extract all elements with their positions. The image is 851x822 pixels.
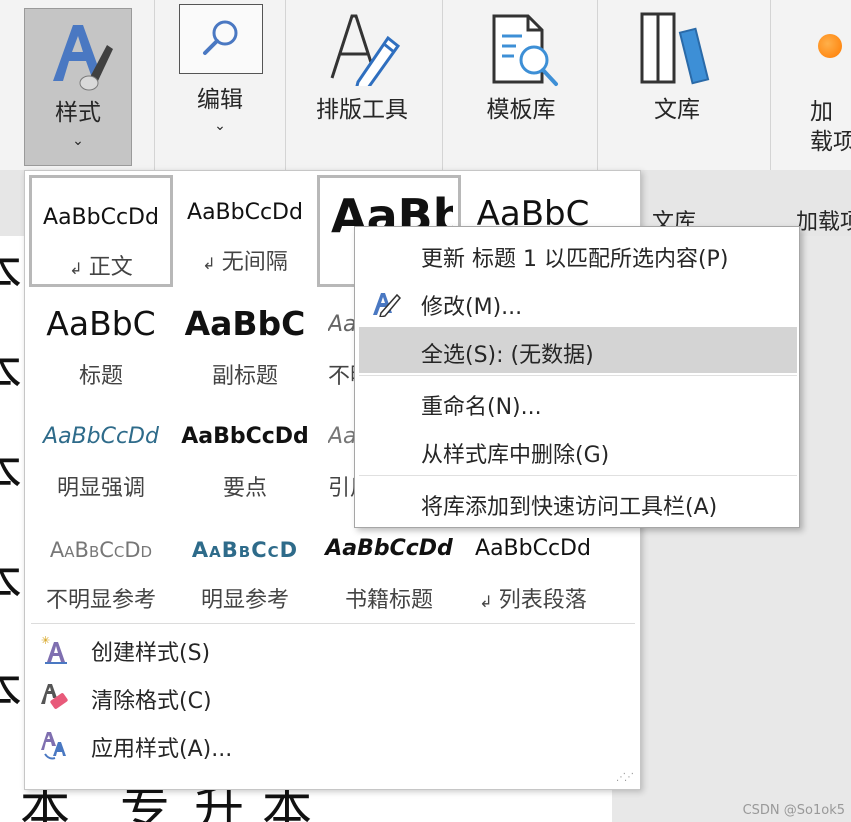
gallery-divider — [31, 623, 635, 624]
menu-item-update-to-match[interactable]: 更新 标题 1 以匹配所选内容(P) — [359, 231, 797, 277]
styles-button-label: 样式 — [55, 100, 101, 126]
ribbon: 样式 ⌄ 编辑 ⌄ 排版工具 模板库 文库 加 载项 — [0, 0, 851, 170]
ribbon-divider — [597, 0, 598, 170]
style-name: 要点 — [222, 476, 267, 501]
ribbon-divider — [154, 0, 155, 170]
clear-formatting-command[interactable]: 清除格式(C) — [35, 675, 625, 719]
style-name: 不明显参考 — [45, 588, 156, 613]
apply-styles-icon — [41, 732, 66, 760]
style-name: 书籍标题 — [344, 588, 433, 613]
style-preview: AaBbCcDd — [475, 536, 591, 561]
menu-item-label: 重命名(N)... — [421, 395, 542, 420]
menu-item-label: 将库添加到快速访问工具栏(A) — [421, 495, 718, 520]
paragraph-mark-icon: ↲ — [479, 592, 493, 611]
create-style-label: 创建样式(S) — [91, 641, 211, 666]
document-char: 本 — [0, 558, 22, 608]
addins-label-line2: 载项 — [810, 129, 851, 155]
clear-formatting-label: 清除格式(C) — [91, 689, 212, 714]
menu-item-label: 从样式库中删除(G) — [421, 443, 610, 468]
style-preview: AaBbCcDd — [325, 536, 453, 561]
books-icon — [640, 12, 710, 85]
modify-style-icon — [373, 293, 401, 317]
menu-divider — [359, 475, 797, 476]
style-tile-no-spacing[interactable]: AaBbCcDd ↲ 无间隔 — [173, 175, 317, 287]
style-name: 副标题 — [211, 364, 278, 389]
template-library-label: 模板库 — [486, 97, 556, 123]
layout-tools-label: 排版工具 — [316, 97, 408, 123]
style-name: 明显参考 — [200, 588, 289, 613]
svg-text:✳: ✳ — [41, 634, 50, 647]
style-preview: AaBbCcDd — [43, 424, 159, 449]
library-button[interactable]: 文库 — [610, 0, 744, 170]
apply-styles-label: 应用样式(A)... — [91, 737, 233, 762]
style-preview: AaBbC — [46, 304, 156, 343]
style-preview: AaBbCcD — [191, 538, 299, 562]
style-name: ↲ 正文 — [37, 249, 165, 281]
style-tile-normal[interactable]: AaBbCcDd ↲ 正文 — [29, 175, 173, 287]
style-name: ↲ 无间隔 — [176, 244, 314, 276]
edit-button[interactable]: 编辑 ⌄ — [170, 0, 270, 170]
menu-item-label: 全选(S): (无数据) — [421, 343, 594, 368]
style-tile-subtitle[interactable]: AaBbC 副标题 — [173, 287, 317, 399]
style-context-menu: 更新 标题 1 以匹配所选内容(P) 修改(M)... 全选(S): (无数据)… — [354, 226, 800, 528]
group-label-addins: 加载项 — [796, 210, 851, 235]
menu-item-label: 修改(M)... — [421, 295, 523, 320]
styles-icon — [53, 25, 113, 91]
document-search-icon — [492, 14, 558, 86]
edit-icon-frame — [179, 4, 263, 74]
style-preview: AaBbCcDd — [43, 205, 159, 230]
style-tile-subtle-reference[interactable]: AaBbCcDd 不明显参考 — [29, 511, 173, 623]
create-style-icon: ✳ — [41, 634, 67, 664]
paragraph-mark-icon: ↲ — [202, 254, 216, 273]
paragraph-mark-icon: ↲ — [69, 259, 83, 278]
addin-orange-icon — [818, 34, 842, 58]
styles-button[interactable]: 样式 ⌄ — [24, 8, 132, 166]
pen-typography-icon — [330, 14, 401, 86]
style-tile-intense-emphasis[interactable]: AaBbCcDd 明显强调 — [29, 399, 173, 511]
style-preview: AaBbCcDd — [181, 424, 309, 449]
menu-item-label: 更新 标题 1 以匹配所选内容(P) — [421, 247, 729, 272]
document-char: 本 — [0, 448, 22, 498]
chevron-down-icon: ⌄ — [72, 133, 84, 149]
style-name: 标题 — [78, 364, 123, 389]
style-tile-title[interactable]: AaBbC 标题 — [29, 287, 173, 399]
style-name-text: 列表段落 — [498, 588, 587, 613]
style-preview: AaBbCcDd — [187, 200, 303, 225]
style-name-text: 无间隔 — [221, 250, 288, 275]
document-char: 本 — [0, 348, 22, 398]
style-name-text: 正文 — [88, 255, 133, 280]
watermark: CSDN @So1ok5 — [742, 803, 845, 818]
layout-tools-button[interactable]: 排版工具 — [296, 0, 428, 170]
style-preview: AaBbCcDd — [49, 538, 153, 562]
edit-button-label: 编辑 — [197, 87, 243, 113]
addins-button[interactable]: 加 载项 — [790, 0, 851, 170]
chevron-down-icon: ⌄ — [214, 118, 226, 134]
style-preview: AaBbC — [184, 304, 306, 343]
menu-item-rename[interactable]: 重命名(N)... — [359, 379, 797, 425]
style-name: 明显强调 — [56, 476, 145, 501]
menu-item-add-to-quick-access[interactable]: 将库添加到快速访问工具栏(A) — [359, 479, 797, 525]
document-char: 本 — [0, 248, 22, 298]
template-library-button[interactable]: 模板库 — [456, 0, 586, 170]
addins-label-line1: 加 — [810, 99, 833, 125]
resize-grip-icon[interactable]: ⋰⋰ — [616, 772, 634, 783]
style-name: ↲ 列表段落 — [464, 582, 602, 614]
clear-formatting-icon — [41, 684, 68, 709]
apply-styles-command[interactable]: 应用样式(A)... — [35, 723, 625, 767]
create-style-command[interactable]: ✳ 创建样式(S) — [35, 627, 625, 671]
style-tile-intense-reference[interactable]: AaBbCcD 明显参考 — [173, 511, 317, 623]
menu-item-select-all[interactable]: 全选(S): (无数据) — [359, 327, 797, 373]
ribbon-divider — [285, 0, 286, 170]
library-label: 文库 — [654, 97, 700, 123]
document-char: 本 — [0, 666, 22, 716]
menu-divider — [359, 375, 797, 376]
menu-item-remove-from-gallery[interactable]: 从样式库中删除(G) — [359, 427, 797, 473]
style-tile-strong[interactable]: AaBbCcDd 要点 — [173, 399, 317, 511]
ribbon-divider — [442, 0, 443, 170]
menu-item-modify[interactable]: 修改(M)... — [359, 279, 797, 325]
search-icon — [203, 20, 238, 55]
ribbon-divider — [770, 0, 771, 170]
